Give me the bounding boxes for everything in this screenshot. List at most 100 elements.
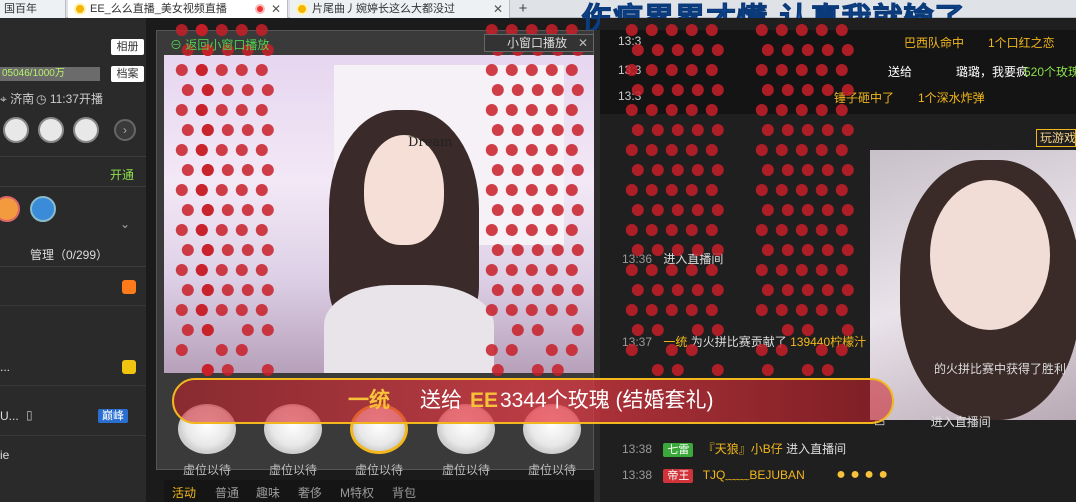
divider bbox=[0, 186, 146, 187]
back-icon: ⊖ bbox=[170, 38, 183, 52]
chat-message: 13:37 一统 为火拼比赛贡献了 139440柠檬汁 bbox=[622, 333, 866, 350]
chat-user[interactable]: 『天狼』小B仔 bbox=[703, 442, 783, 456]
ticker-gift: 1个口红之恋 bbox=[988, 36, 1055, 50]
chat-message: ▭ 进入直播间 bbox=[874, 413, 991, 430]
tab-label: EE_么么直播_美女视频直播 bbox=[90, 3, 227, 15]
open-link[interactable]: 开通 bbox=[110, 166, 134, 183]
chat-message: 13:38 帝王 TJQ﹏﹏BEJUBAN ● ● ● ● bbox=[622, 466, 888, 484]
album-button[interactable]: 相册 bbox=[111, 39, 144, 55]
gift-recipient[interactable]: EE bbox=[470, 380, 498, 422]
tab-luxury[interactable]: 奢侈 bbox=[298, 484, 322, 501]
close-tab-icon[interactable]: ✕ bbox=[493, 0, 503, 18]
fans-count: 05046/1000万 bbox=[0, 67, 100, 81]
ticker-gift: 1个深水炸弹 bbox=[918, 91, 985, 105]
close-tab-icon[interactable]: ✕ bbox=[271, 0, 281, 18]
back-link-label: 返回小窗口播放 bbox=[185, 38, 270, 52]
admin-tab[interactable]: 管理（0/299） bbox=[30, 246, 108, 263]
tab-backpack[interactable]: 背包 bbox=[392, 484, 416, 501]
level-badge: 帝王 bbox=[663, 469, 694, 483]
gift-slot-label: 虚位以待 bbox=[527, 463, 576, 477]
gift-avatar-icon[interactable] bbox=[30, 196, 56, 222]
chat-text: 为火拼比赛贡献了 bbox=[690, 335, 787, 349]
chat-time: 13:36 bbox=[622, 252, 653, 266]
ticker-line: 13:3 锤子砸中了 1个深水炸弹 bbox=[618, 89, 985, 105]
streamer-poster-image bbox=[870, 150, 1076, 420]
tab-label: 片尾曲丿婉婷长这么大都没过 bbox=[312, 3, 455, 15]
browser-tab-3[interactable]: 片尾曲丿婉婷长这么大都没过 ✕ bbox=[290, 0, 510, 18]
clock-icon: ◷ bbox=[36, 92, 47, 106]
list-item[interactable]: ie bbox=[0, 436, 146, 474]
small-window-button[interactable]: 小窗口播放 ✕ bbox=[484, 34, 594, 52]
gift-avatar-icon[interactable] bbox=[0, 196, 20, 222]
level-badge-icon bbox=[122, 280, 136, 294]
location-label: 济南 bbox=[10, 92, 35, 106]
new-tab-button[interactable]: + bbox=[512, 0, 534, 18]
location-icon: ⌖ bbox=[0, 92, 7, 106]
poster-face bbox=[930, 180, 1050, 330]
chat-text: 的火拼比赛中获得了胜利 bbox=[934, 362, 1067, 376]
level-badge: 七雷 bbox=[663, 443, 694, 457]
archive-button[interactable]: 档案 bbox=[111, 66, 144, 82]
list-item[interactable]: ... bbox=[0, 348, 146, 386]
list-item-name: ie bbox=[0, 448, 10, 462]
gift-send-to: 送给 bbox=[420, 389, 462, 412]
list-item[interactable] bbox=[0, 268, 146, 306]
chat-text: 进入直播间 bbox=[786, 442, 847, 456]
chat-text: 进入直播间 bbox=[663, 252, 724, 266]
chat-user[interactable]: TJQ﹏﹏BEJUBAN bbox=[703, 468, 805, 482]
video-player[interactable]: Dream bbox=[164, 55, 598, 373]
list-item[interactable]: U... ▯ 巅峰 bbox=[0, 398, 146, 436]
fan-avatar-icon[interactable] bbox=[3, 117, 29, 143]
ticker-time: 13:3 bbox=[618, 63, 642, 77]
list-item-name: U... bbox=[0, 409, 19, 423]
ticker-line: 13:3 巴西队命中 1个口红之恋 bbox=[618, 34, 1055, 50]
ticker-text: 锤子砸中了 bbox=[834, 91, 895, 105]
fan-avatar-icon[interactable] bbox=[38, 117, 64, 143]
tab-privilege[interactable]: M特权 bbox=[340, 484, 374, 501]
tab-label: 国百年 bbox=[4, 3, 37, 15]
site-favicon-icon bbox=[296, 3, 308, 15]
chat-time: 13:38 bbox=[622, 442, 653, 456]
tab-fun[interactable]: 趣味 bbox=[256, 484, 280, 501]
gift-slot-label: 虚位以待 bbox=[182, 463, 231, 477]
chat-time: 13:38 bbox=[622, 468, 653, 482]
back-link[interactable]: ⊖ 返回小窗口播放 bbox=[170, 36, 269, 53]
chevron-down-icon[interactable]: ⌄ bbox=[120, 217, 130, 231]
close-icon[interactable]: ✕ bbox=[578, 35, 588, 51]
ticker-text: 送给 bbox=[888, 65, 913, 79]
gift-slot-label: 虚位以待 bbox=[268, 463, 317, 477]
recording-icon bbox=[255, 4, 265, 14]
gift-sender[interactable]: 一统 bbox=[348, 380, 390, 422]
chat-user[interactable]: 一统 bbox=[663, 335, 687, 349]
play-game-button[interactable]: 玩游戏 bbox=[1036, 129, 1076, 147]
gift-slot-label: 虚位以待 bbox=[354, 463, 403, 477]
live-time-label: 11:37开播 bbox=[49, 92, 103, 106]
ticker-text: 巴西队命中 bbox=[904, 36, 965, 50]
dream-sign: Dream bbox=[408, 135, 453, 150]
level-badge-icon bbox=[122, 360, 136, 374]
chat-amount: 139440柠檬汁 bbox=[790, 335, 867, 349]
gift-description: 3344个玫瑰 (结婚套礼) bbox=[500, 389, 714, 412]
ticker-time: 13:3 bbox=[618, 34, 642, 48]
emoji-icons: ● ● ● ● bbox=[836, 466, 889, 483]
browser-tab-2[interactable]: EE_么么直播_美女视频直播 ✕ bbox=[68, 0, 288, 18]
fan-avatar-icon[interactable] bbox=[73, 117, 99, 143]
gift-banner: 一统 送给 EE 3344个玫瑰 (结婚套礼) bbox=[172, 378, 894, 424]
tab-normal[interactable]: 普通 bbox=[215, 484, 239, 501]
chat-time: 13:37 bbox=[622, 335, 653, 349]
divider bbox=[0, 266, 146, 267]
chat-message: 的火拼比赛中获得了胜利 bbox=[934, 360, 1066, 377]
peak-badge: 巅峰 bbox=[98, 409, 128, 423]
chat-message: 13:38 七雷 『天狼』小B仔 进入直播间 bbox=[622, 440, 846, 457]
divider bbox=[0, 156, 146, 157]
streamer-body bbox=[324, 285, 494, 373]
next-arrow-icon[interactable]: › bbox=[114, 119, 136, 141]
tab-activity[interactable]: 活动 bbox=[172, 484, 196, 501]
gift-slot-label: 虚位以待 bbox=[441, 463, 490, 477]
ticker-line: 13:3 送给 璐璐，我要疯 520个玫瑰 bbox=[618, 63, 1076, 79]
browser-tab-1[interactable]: 国百年 bbox=[0, 0, 66, 18]
ticker-time: 13:3 bbox=[618, 89, 642, 103]
live-time: ◷ 11:37开播 bbox=[36, 90, 103, 107]
ticker-user: 璐璐，我要疯 bbox=[956, 65, 1029, 79]
gift-category-tabs: 活动 普通 趣味 奢侈 M特权 背包 bbox=[164, 480, 598, 502]
